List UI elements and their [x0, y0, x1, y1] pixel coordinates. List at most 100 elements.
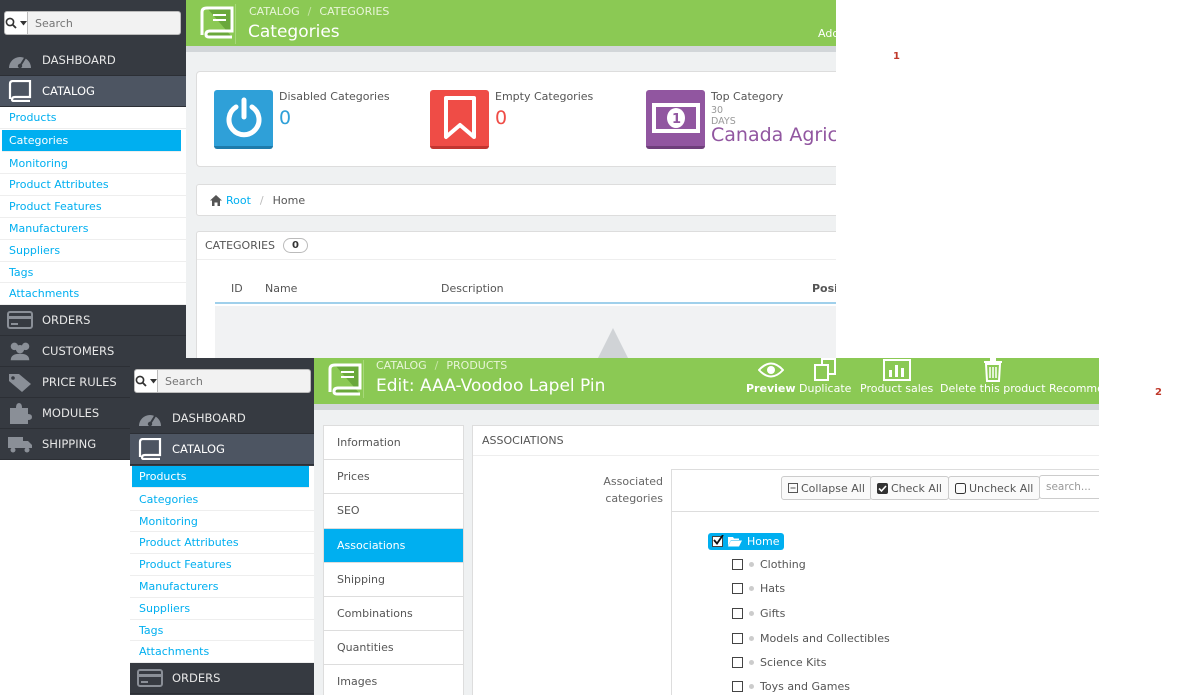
tree-node-home[interactable]: Home — [708, 533, 785, 550]
tree-node-toys-and-games[interactable]: Toys and Games — [732, 680, 850, 693]
tags-icon — [7, 371, 33, 393]
submenu-manufacturers[interactable]: Manufacturers — [130, 576, 314, 598]
collapse-all-button[interactable]: Collapse All — [781, 476, 872, 500]
associated-categories-label: Associated categories — [603, 475, 663, 505]
submenu-attachments[interactable]: Attachments — [130, 641, 314, 664]
header-divider — [363, 360, 364, 398]
tree-checkbox-checked[interactable] — [712, 535, 724, 547]
submenu-attachments[interactable]: Attachments — [0, 283, 186, 306]
menu-orders[interactable]: ORDERS — [0, 305, 186, 337]
toolbar-label: Delete this product — [940, 382, 1046, 395]
copy-icon — [799, 358, 851, 382]
folder-open-icon — [728, 537, 742, 547]
tree-node-clothing[interactable]: Clothing — [732, 558, 806, 571]
submenu-product-features[interactable]: Product Features — [0, 196, 186, 218]
page-title: Categories — [248, 22, 340, 42]
tree-node-hats[interactable]: Hats — [732, 582, 785, 595]
menu-orders[interactable]: ORDERS — [130, 663, 314, 695]
tree-checkbox[interactable] — [732, 657, 743, 668]
menu-dashboard[interactable]: DASHBOARD — [130, 403, 314, 434]
column-id[interactable]: ID — [231, 282, 243, 295]
collapse-icon — [788, 483, 798, 493]
tree-checkbox[interactable] — [732, 633, 743, 644]
tree-node-models-and-collectibles[interactable]: Models and Collectibles — [732, 632, 890, 645]
search-input[interactable] — [158, 369, 311, 393]
tree-checkbox[interactable] — [732, 681, 743, 692]
submenu-suppliers[interactable]: Suppliers — [0, 240, 186, 262]
submenu-monitoring[interactable]: Monitoring — [0, 153, 186, 175]
toolbar-delete-button[interactable]: Delete this product — [940, 358, 1046, 395]
menu-catalog[interactable]: CATALOG — [0, 76, 186, 107]
tree-node-gifts[interactable]: Gifts — [732, 607, 785, 620]
list-title: CATEGORIES — [205, 239, 276, 252]
tree-checkbox[interactable] — [732, 583, 743, 594]
menu-catalog[interactable]: CATALOG — [130, 434, 314, 465]
submenu-tags[interactable]: Tags — [0, 262, 186, 284]
search-input[interactable] — [28, 11, 181, 35]
submenu-product-attributes[interactable]: Product Attributes — [130, 532, 314, 555]
sidebar-search — [0, 0, 186, 45]
tree-search-input[interactable]: search... — [1039, 475, 1099, 499]
checked-box-icon — [877, 482, 888, 494]
submenu-tags[interactable]: Tags — [130, 620, 314, 642]
bar-chart-icon — [860, 358, 933, 382]
menu-label: ORDERS — [172, 671, 221, 686]
submenu-suppliers[interactable]: Suppliers — [130, 598, 314, 620]
breadcrumb-separator: / — [307, 5, 312, 18]
tab-associations[interactable]: Associations — [324, 528, 463, 563]
search-scope-button[interactable] — [4, 11, 28, 35]
tree-node-label: Models and Collectibles — [760, 632, 890, 645]
column-position[interactable]: Posit — [812, 282, 836, 295]
tab-prices[interactable]: Prices — [324, 460, 463, 495]
kpi-value: Canada Agric.. — [711, 124, 836, 146]
submenu-monitoring[interactable]: Monitoring — [130, 511, 314, 533]
path-root-link[interactable]: Root — [226, 194, 251, 207]
submenu-product-attributes[interactable]: Product Attributes — [0, 174, 186, 197]
submenu-categories[interactable]: Categories — [130, 489, 314, 511]
submenu-manufacturers[interactable]: Manufacturers — [0, 218, 186, 240]
money-icon: 1 — [646, 90, 705, 149]
bullet-icon — [749, 562, 754, 567]
table-header: ID Name Description Posit — [215, 280, 836, 304]
breadcrumb-catalog[interactable]: CATALOG — [249, 5, 300, 18]
toolbar-product-sales-button[interactable]: Product sales — [860, 358, 933, 395]
submenu-product-features[interactable]: Product Features — [130, 554, 314, 576]
breadcrumb-categories[interactable]: CATEGORIES — [319, 5, 389, 18]
toolbar-duplicate-button[interactable]: Duplicate — [799, 358, 851, 395]
kpi-title: Disabled Categories — [279, 90, 390, 103]
tab-combinations[interactable]: Combinations — [324, 597, 463, 632]
menu-dashboard[interactable]: DASHBOARD — [0, 45, 186, 76]
uncheck-all-button[interactable]: Uncheck All — [948, 476, 1041, 500]
toolbar-preview-button[interactable]: Preview — [746, 358, 796, 395]
category-tree: Collapse All Check All Uncheck All searc… — [671, 469, 1099, 695]
column-description[interactable]: Description — [441, 282, 504, 295]
submenu-products[interactable]: Products — [0, 107, 186, 129]
menu-label: DASHBOARD — [172, 411, 246, 425]
tab-seo[interactable]: SEO — [324, 494, 463, 529]
kpi-value: 0 — [495, 107, 508, 129]
toolbar-recommend-button[interactable]: Recomme — [1049, 358, 1099, 395]
menu-label: DASHBOARD — [42, 53, 116, 67]
button-label: Check All — [891, 481, 942, 495]
check-all-button[interactable]: Check All — [870, 476, 949, 500]
tree-node-science-kits[interactable]: Science Kits — [732, 656, 826, 669]
tab-shipping[interactable]: Shipping — [324, 563, 463, 597]
submenu-categories[interactable]: Categories — [2, 129, 181, 152]
dashboard-icon — [7, 49, 33, 71]
breadcrumb-catalog[interactable]: CATALOG — [376, 359, 427, 372]
kpi-title: Empty Categories — [495, 90, 594, 103]
breadcrumb-products[interactable]: PRODUCTS — [446, 359, 507, 372]
eye-icon — [746, 358, 796, 382]
tab-quantities[interactable]: Quantities — [324, 631, 463, 666]
caret-down-icon — [20, 20, 27, 25]
tab-information[interactable]: Information — [324, 426, 463, 461]
tab-images[interactable]: Images — [324, 665, 463, 695]
toolbar-add-button[interactable]: Add — [818, 27, 836, 40]
column-name[interactable]: Name — [265, 282, 297, 295]
bullet-icon — [749, 586, 754, 591]
tree-checkbox[interactable] — [732, 608, 743, 619]
search-scope-button[interactable] — [134, 369, 158, 393]
submenu-products[interactable]: Products — [132, 466, 309, 488]
kpi-panel: Disabled Categories 0 Empty Categories 0… — [196, 71, 836, 167]
tree-checkbox[interactable] — [732, 559, 743, 570]
